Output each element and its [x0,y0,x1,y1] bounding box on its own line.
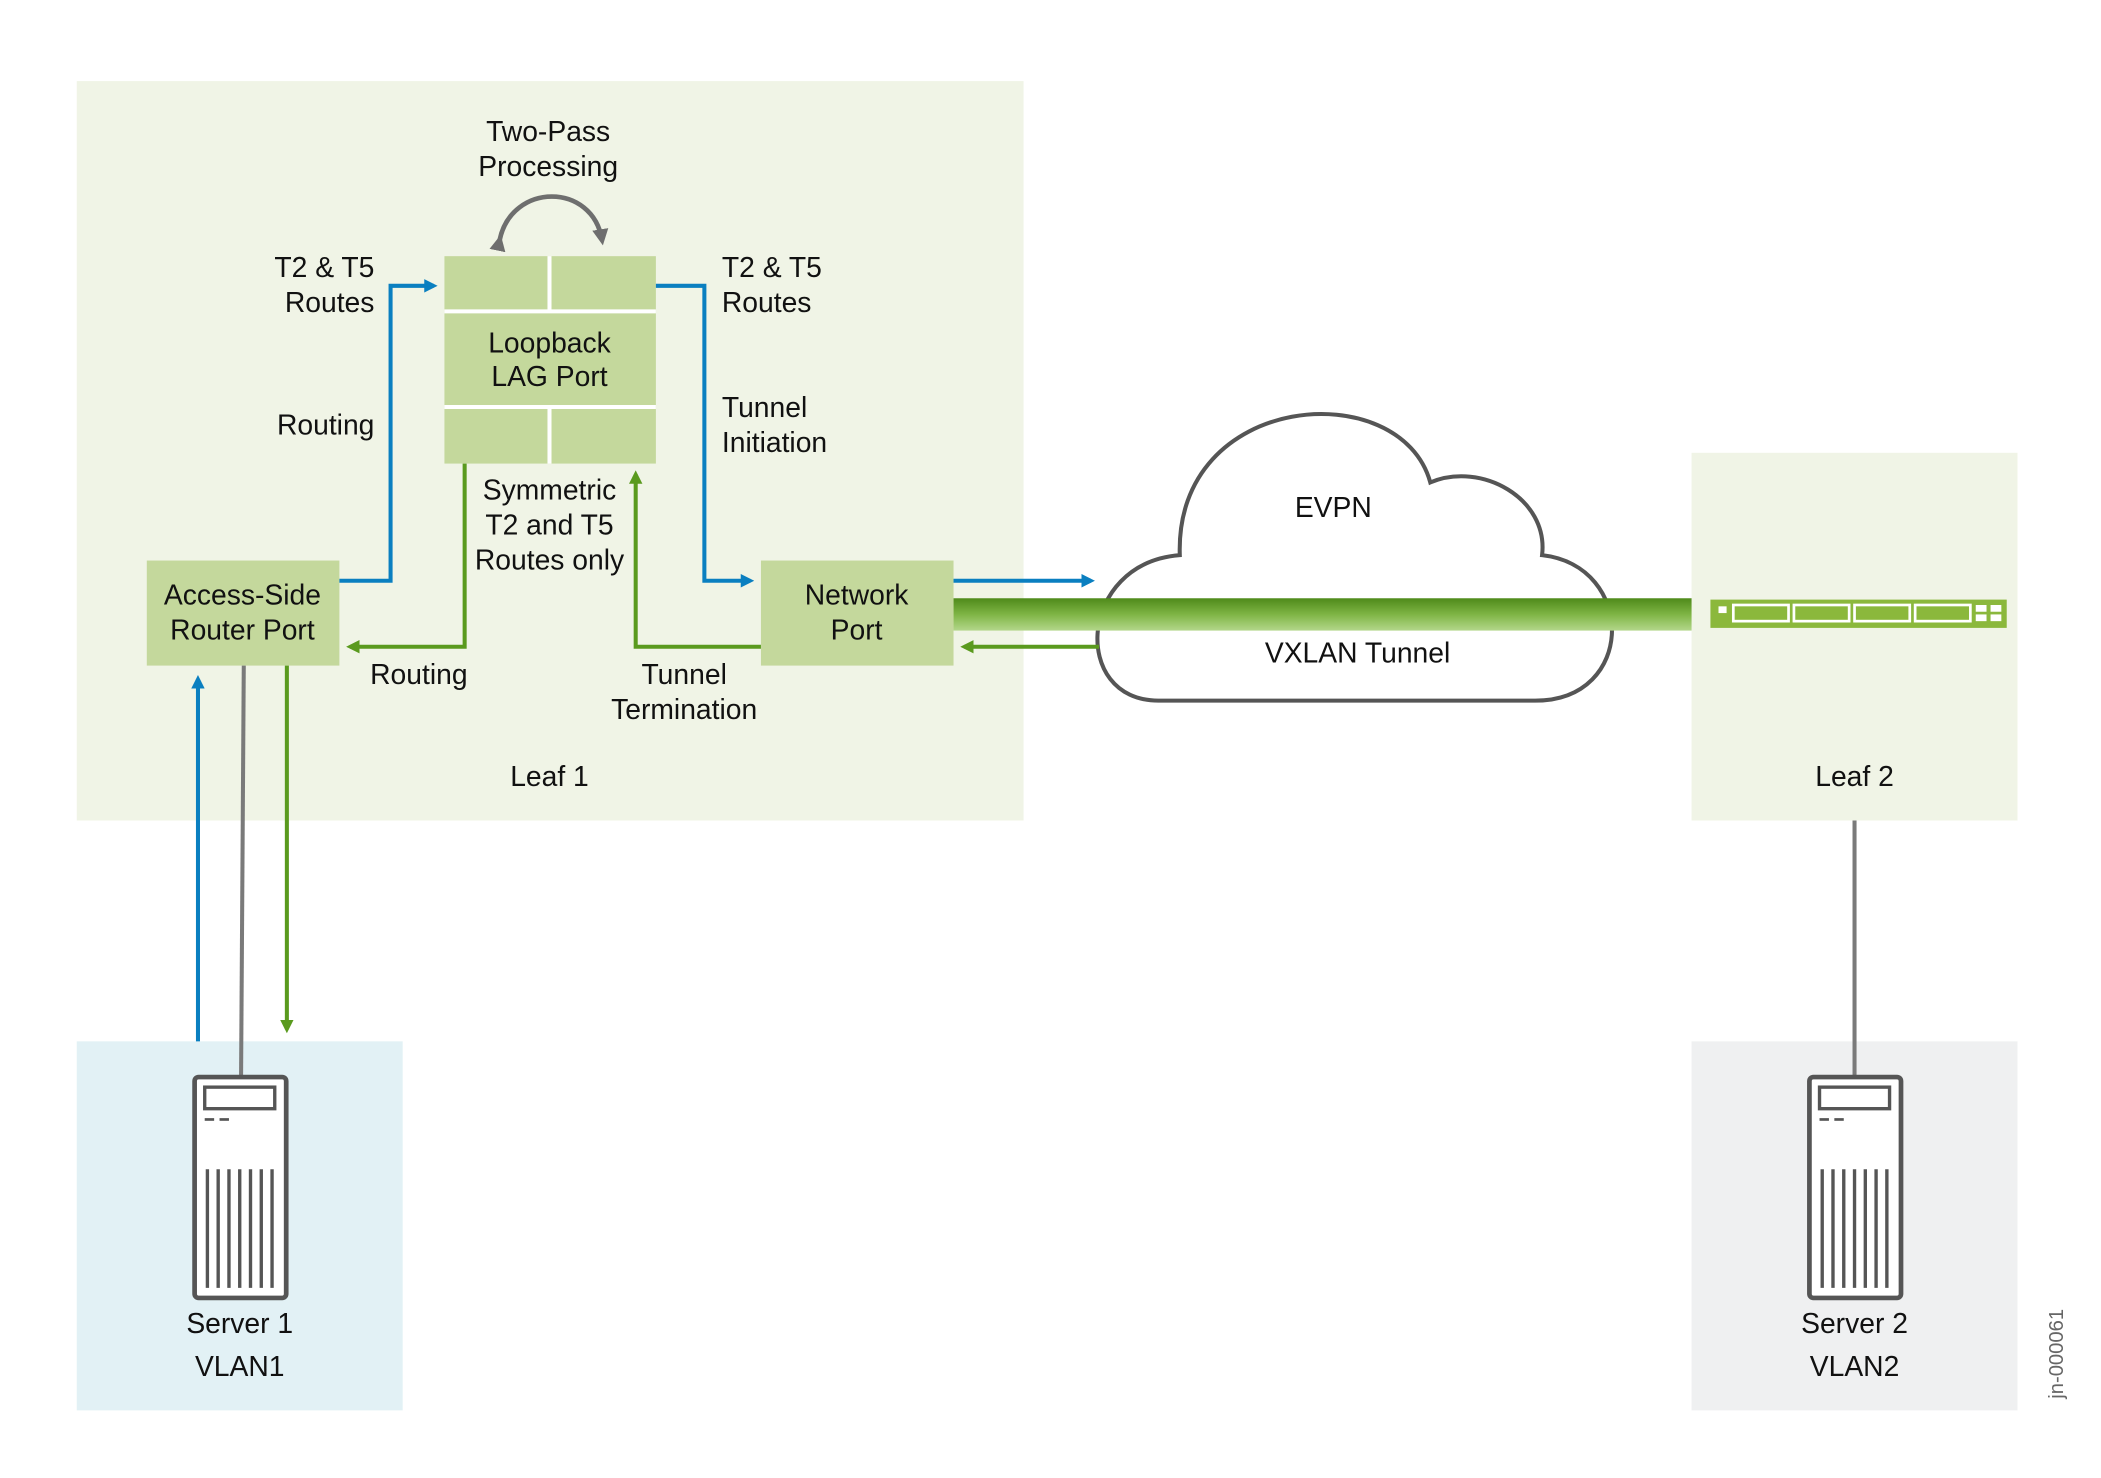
diagram: Two-Pass Processing T2 & T5 Routes T2 & … [76,81,2068,1411]
network-port-label: Port [831,613,883,645]
vxlan-label: VXLAN Tunnel [1265,636,1450,668]
routing-up-label: Routing [277,409,374,441]
tunnel-termination-label: Tunnel [641,658,726,690]
right-routes-label: T2 & T5 [722,251,822,283]
loopback-label: Loopback [488,327,611,359]
tunnel-termination-label: Termination [611,693,757,725]
routing-down-label: Routing [370,658,467,690]
tunnel-initiation-label: Tunnel [722,391,807,423]
server-icon [1807,1074,1904,1301]
left-routes-label: T2 & T5 [274,251,374,283]
server-icon [192,1074,289,1301]
server1-link [239,665,246,1076]
server2-vlan-label: VLAN2 [1810,1350,1900,1382]
left-routes-label: Routes [285,286,375,318]
leaf1-label: Leaf 1 [510,760,589,792]
network-port-label: Network [805,578,910,610]
tunnel-initiation-label: Initiation [722,426,827,458]
figure-id: jn-000061 [2046,1309,2068,1400]
switch-icon [1710,599,2007,628]
access-port-label: Access-Side [164,578,321,610]
server1-label: Server 1 [186,1307,293,1339]
vxlan-tunnel-bar [953,598,1692,631]
server1-vlan-label: VLAN1 [195,1350,285,1382]
access-port-label: Router Port [170,613,315,645]
symmetric-label: Routes only [475,543,625,575]
two-pass-label: Two-Pass [486,115,610,147]
symmetric-label: Symmetric [483,473,616,505]
evpn-label: EVPN [1295,491,1372,523]
server2-label: Server 2 [1801,1307,1908,1339]
symmetric-label: T2 and T5 [485,508,613,540]
right-routes-label: Routes [722,286,812,318]
two-pass-label: Processing [478,150,618,182]
leaf2-label: Leaf 2 [1815,760,1894,792]
loopback-label: LAG Port [491,360,607,392]
